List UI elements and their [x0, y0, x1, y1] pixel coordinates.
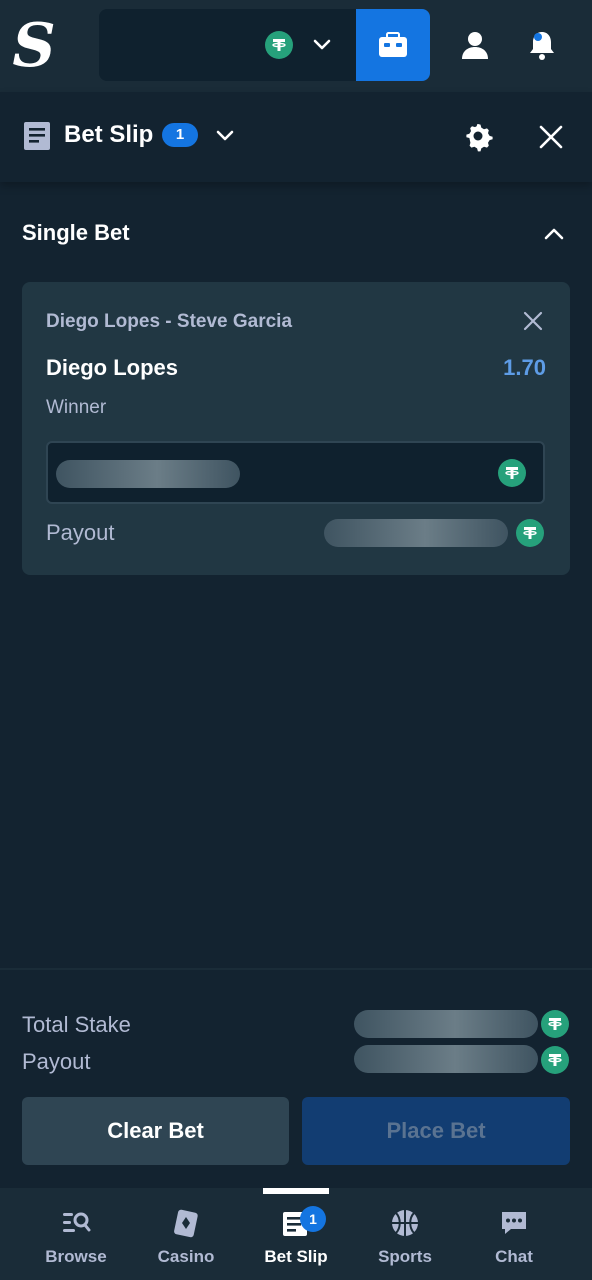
nav-item-bet-slip[interactable]: Bet Slip [241, 1188, 351, 1280]
balance-selector[interactable] [99, 9, 357, 81]
close-icon[interactable] [538, 124, 564, 150]
stake-value-redacted [56, 460, 240, 488]
total-payout-label: Payout [22, 1049, 91, 1074]
user-icon [462, 32, 488, 59]
wallet-icon [379, 32, 407, 57]
gear-icon[interactable] [462, 120, 494, 152]
nav-label: Casino [157, 1247, 215, 1266]
event-name[interactable]: Diego Lopes - Steve Garcia [46, 310, 292, 334]
nav-label: Browse [45, 1247, 107, 1266]
nav-label: Chat [495, 1247, 533, 1266]
nav-item-sports[interactable]: Sports [350, 1188, 460, 1280]
chevron-down-icon[interactable] [214, 124, 236, 146]
bell-icon [530, 32, 554, 60]
stake-input[interactable] [46, 441, 545, 504]
nav-label: Sports [378, 1247, 432, 1266]
bet-slip-screen: S Bet Slip 1 Single Bet Diego Lopes - St… [0, 0, 592, 1280]
nav-item-browse[interactable]: Browse [21, 1188, 131, 1280]
browse-icon [63, 1212, 91, 1232]
selection-name: Diego Lopes [46, 355, 179, 380]
single-bet-title: Single Bet [22, 220, 130, 245]
bet-summary: Total Stake Payout Clear Bet Place Bet [0, 968, 592, 1188]
total-payout-redacted [354, 1045, 538, 1073]
top-header: S [0, 0, 592, 92]
nav-item-casino[interactable]: Casino [131, 1188, 241, 1280]
bet-slip-icon [24, 122, 50, 150]
bet-slip-nav-badge: 1 [300, 1206, 326, 1232]
bottom-nav: Browse Casino Bet Slip 1 Sports Chat [0, 1188, 592, 1280]
bet-slip-header: Bet Slip 1 [0, 92, 592, 182]
place-bet-button[interactable]: Place Bet [302, 1097, 570, 1165]
tether-coin-icon [265, 31, 293, 59]
basketball-icon [392, 1210, 418, 1236]
stake-s-logo-icon[interactable]: S [10, 12, 58, 80]
total-stake-label: Total Stake [22, 1012, 131, 1037]
user-button[interactable] [455, 24, 495, 66]
bet-card: Diego Lopes - Steve Garcia Diego Lopes 1… [22, 282, 570, 575]
chat-icon [502, 1212, 526, 1234]
chevron-up-icon[interactable] [542, 222, 566, 246]
nav-label: Bet Slip [264, 1247, 328, 1266]
tether-coin-icon [498, 459, 526, 487]
tether-coin-icon [516, 519, 544, 547]
market-name: Winner [46, 397, 107, 418]
odds-value: 1.70 [503, 355, 546, 380]
notifications-button[interactable] [522, 24, 562, 66]
tether-coin-icon [541, 1046, 569, 1074]
bet-count-badge: 1 [162, 123, 198, 147]
cards-icon [174, 1209, 198, 1238]
chevron-down-icon [313, 39, 331, 50]
payout-label: Payout [46, 520, 115, 545]
total-stake-redacted [354, 1010, 538, 1038]
clear-bet-button[interactable]: Clear Bet [22, 1097, 289, 1165]
close-icon[interactable] [522, 310, 544, 332]
nav-item-chat[interactable]: Chat [459, 1188, 569, 1280]
wallet-button[interactable] [356, 9, 430, 81]
payout-value-redacted [324, 519, 508, 547]
bet-slip-title[interactable]: Bet Slip [64, 120, 153, 150]
tether-coin-icon [541, 1010, 569, 1038]
